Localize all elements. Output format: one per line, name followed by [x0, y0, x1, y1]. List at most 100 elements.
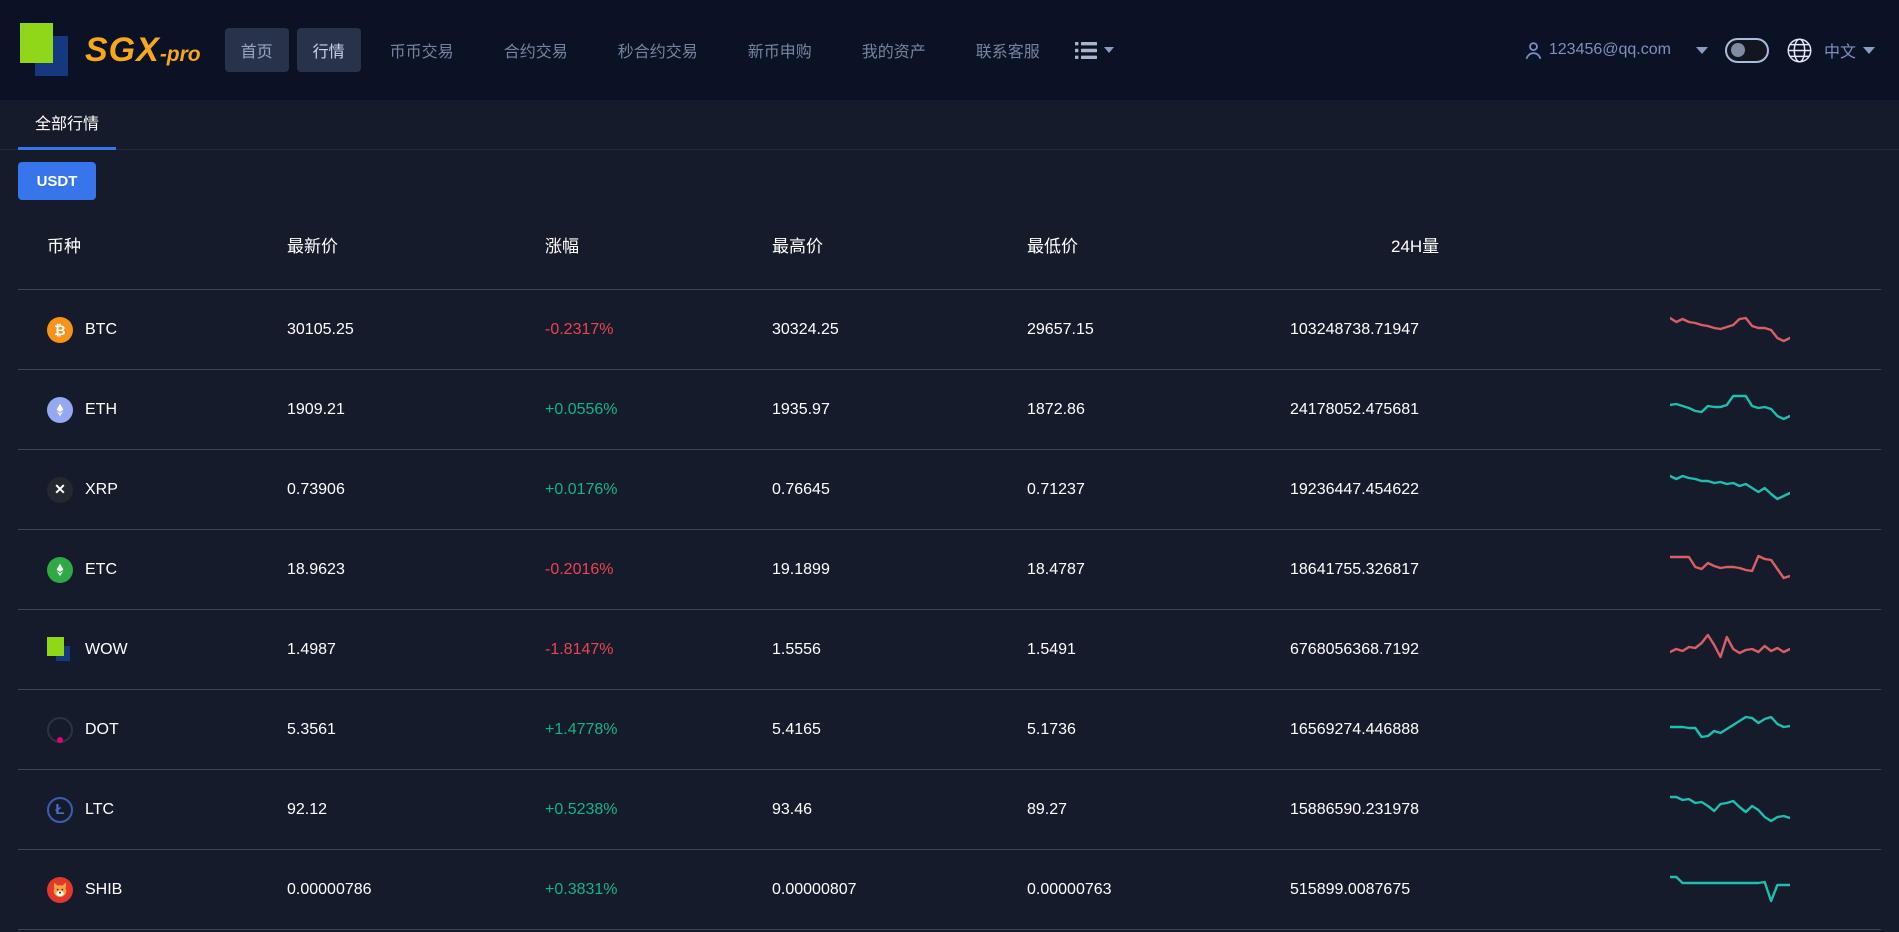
- language-chevron-down-icon: [1863, 47, 1875, 54]
- table-row-dot[interactable]: DOT5.3561+1.4778%5.41655.173616569274.44…: [18, 690, 1881, 770]
- sparkline-chart: [1670, 711, 1790, 749]
- coin-cell: WOW: [18, 637, 287, 663]
- sparkline-cell: [1670, 471, 1881, 509]
- price-cell: 5.3561: [287, 721, 545, 739]
- coin-symbol: ETC: [85, 561, 117, 579]
- tab-all-markets[interactable]: 全部行情: [18, 110, 116, 149]
- table-row-xrp[interactable]: ✕XRP0.73906+0.0176%0.766450.712371923644…: [18, 450, 1881, 530]
- table-body: ₿BTC30105.25-0.2317%30324.2529657.151032…: [18, 290, 1881, 930]
- col-header-high: 最高价: [772, 232, 1027, 257]
- nav-item-seconds[interactable]: 秒合约交易: [597, 28, 719, 72]
- table-row-etc[interactable]: ETC18.9623-0.2016%19.189918.478718641755…: [18, 530, 1881, 610]
- high-cell: 0.00000807: [772, 881, 1027, 899]
- volume-cell: 24178052.475681: [1290, 401, 1670, 419]
- xrp-coin-icon: ✕: [47, 477, 73, 503]
- sparkline-cell: [1670, 391, 1881, 429]
- coin-symbol: LTC: [85, 801, 114, 819]
- nav-item-support[interactable]: 联系客服: [955, 28, 1061, 72]
- col-header-volume: 24H量: [1290, 232, 1670, 257]
- low-cell: 29657.15: [1027, 321, 1290, 339]
- nav-item-markets[interactable]: 行情: [297, 28, 361, 72]
- shib-coin-icon: [47, 877, 73, 903]
- col-header-low: 最低价: [1027, 232, 1290, 257]
- low-cell: 1.5491: [1027, 641, 1290, 659]
- sparkline-cell: [1670, 311, 1881, 349]
- coin-cell: DOT: [18, 717, 287, 743]
- btc-coin-icon: ₿: [47, 317, 73, 343]
- sparkline-chart: [1670, 391, 1790, 429]
- volume-cell: 15886590.231978: [1290, 801, 1670, 819]
- low-cell: 0.71237: [1027, 481, 1290, 499]
- high-cell: 19.1899: [772, 561, 1027, 579]
- coin-symbol: DOT: [85, 721, 119, 739]
- nav-item-home[interactable]: 首页: [225, 28, 289, 72]
- low-cell: 0.00000763: [1027, 881, 1290, 899]
- sparkline-chart: [1670, 871, 1790, 909]
- wow-coin-icon: [47, 637, 73, 663]
- coin-cell: SHIB: [18, 877, 287, 903]
- change-cell: -0.2317%: [545, 321, 772, 339]
- coin-symbol: SHIB: [85, 881, 122, 899]
- col-header-coin: 币种: [18, 232, 287, 257]
- sparkline-chart: [1670, 471, 1790, 509]
- change-cell: +0.5238%: [545, 801, 772, 819]
- nav-item-spot[interactable]: 币币交易: [369, 28, 475, 72]
- market-table: 币种最新价涨幅最高价最低价24H量 ₿BTC30105.25-0.2317%30…: [18, 200, 1881, 930]
- sparkline-chart: [1670, 551, 1790, 589]
- theme-toggle[interactable]: [1725, 38, 1769, 63]
- market-page: 全部行情 USDT 币种最新价涨幅最高价最低价24H量 ₿BTC30105.25…: [0, 100, 1899, 930]
- table-row-ltc[interactable]: ŁLTC92.12+0.5238%93.4689.2715886590.2319…: [18, 770, 1881, 850]
- coin-symbol: WOW: [85, 641, 128, 659]
- language-selector[interactable]: 中文: [1824, 38, 1875, 62]
- nav-item-assets[interactable]: 我的资产: [841, 28, 947, 72]
- high-cell: 30324.25: [772, 321, 1027, 339]
- logo[interactable]: SGX-pro: [20, 23, 201, 78]
- table-row-btc[interactable]: ₿BTC30105.25-0.2317%30324.2529657.151032…: [18, 290, 1881, 370]
- table-row-shib[interactable]: SHIB 0.00000786+0.3831%0.000008070.000007…: [18, 850, 1881, 930]
- volume-cell: 103248738.71947: [1290, 321, 1670, 339]
- volume-cell: 16569274.446888: [1290, 721, 1670, 739]
- volume-cell: 6768056368.7192: [1290, 641, 1670, 659]
- more-menu-button[interactable]: [1075, 42, 1114, 59]
- chevron-down-icon: [1104, 47, 1114, 53]
- change-cell: +0.0176%: [545, 481, 772, 499]
- col-header-price: 最新价: [287, 232, 545, 257]
- high-cell: 5.4165: [772, 721, 1027, 739]
- price-cell: 0.73906: [287, 481, 545, 499]
- volume-cell: 515899.0087675: [1290, 881, 1670, 899]
- table-row-eth[interactable]: ETH1909.21+0.0556%1935.971872.8624178052…: [18, 370, 1881, 450]
- list-icon: [1075, 42, 1097, 59]
- change-cell: +0.0556%: [545, 401, 772, 419]
- nav-item-ieo[interactable]: 新币申购: [727, 28, 833, 72]
- col-header-change: 涨幅: [545, 232, 772, 257]
- low-cell: 1872.86: [1027, 401, 1290, 419]
- user-account-button[interactable]: 123456@qq.com: [1523, 40, 1671, 61]
- volume-cell: 18641755.326817: [1290, 561, 1670, 579]
- coin-symbol: ETH: [85, 401, 117, 419]
- user-email: 123456@qq.com: [1549, 41, 1671, 59]
- table-row-wow[interactable]: WOW1.4987-1.8147%1.55561.54916768056368.…: [18, 610, 1881, 690]
- toggle-knob: [1731, 43, 1745, 57]
- logo-text: SGX-pro: [85, 31, 201, 70]
- price-cell: 30105.25: [287, 321, 545, 339]
- ltc-coin-icon: Ł: [47, 797, 73, 823]
- sparkline-cell: [1670, 791, 1881, 829]
- sparkline-cell: [1670, 711, 1881, 749]
- coin-cell: ₿BTC: [18, 317, 287, 343]
- price-cell: 0.00000786: [287, 881, 545, 899]
- change-cell: +0.3831%: [545, 881, 772, 899]
- logo-mark-icon: [20, 23, 70, 78]
- price-cell: 92.12: [287, 801, 545, 819]
- low-cell: 89.27: [1027, 801, 1290, 819]
- sparkline-chart: [1670, 791, 1790, 829]
- nav-item-futures[interactable]: 合约交易: [483, 28, 589, 72]
- dot-coin-icon: [47, 717, 73, 743]
- coin-cell: ETH: [18, 397, 287, 423]
- coin-cell: Ł LTC: [18, 797, 287, 823]
- usdt-filter-button[interactable]: USDT: [18, 162, 96, 200]
- high-cell: 0.76645: [772, 481, 1027, 499]
- change-cell: -1.8147%: [545, 641, 772, 659]
- account-chevron-down-icon[interactable]: [1696, 47, 1708, 54]
- change-cell: -0.2016%: [545, 561, 772, 579]
- high-cell: 1935.97: [772, 401, 1027, 419]
